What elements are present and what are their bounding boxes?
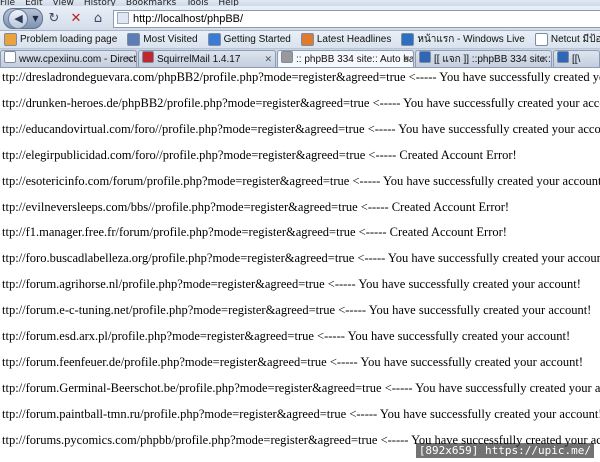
bookmark-item[interactable]: หน้าแรก - Windows Live (401, 31, 525, 48)
bookmark-favicon-icon (534, 33, 548, 46)
back-button[interactable]: ◀ ▼ (3, 8, 43, 29)
bookmark-label: Problem loading page (20, 34, 118, 45)
bookmark-label: Getting Started (223, 34, 291, 45)
bookmark-item[interactable]: Getting Started (207, 31, 291, 48)
browser-tab[interactable]: :: phpBB 334 site:: Auto bac...✕ (277, 50, 414, 67)
result-line: ttp://foro.buscadlabelleza.org/profile.p… (2, 251, 600, 266)
result-line: ttp://esotericinfo.com/forum/profile.php… (2, 173, 600, 188)
tab-label: :: phpBB 334 site:: Auto bac... (296, 54, 414, 65)
reload-icon: ↻ (48, 10, 60, 26)
browser-tab[interactable]: [[\ (553, 50, 600, 67)
tab-label: www.cpexiinu.com - DirectA... (19, 54, 137, 65)
page-content: ttp://dresladrondeguevara.com/phpBB2/pro… (0, 69, 600, 462)
close-tab-icon[interactable]: ✕ (540, 51, 548, 67)
bookmark-favicon-icon (4, 33, 17, 46)
browser-tab[interactable]: www.cpexiinu.com - DirectA...✕ (0, 50, 137, 67)
result-line: ttp://evilneversleeps.com/bbs//profile.p… (2, 199, 510, 214)
bookmark-favicon-icon (401, 33, 415, 46)
tab-favicon-icon (557, 51, 569, 63)
image-watermark: [892x659] https://upic.me/ (415, 443, 594, 458)
result-line: ttp://forum.e-c-tuning.net/profile.php?m… (2, 303, 592, 318)
tab-favicon-icon (419, 51, 431, 63)
address-bar[interactable]: http://localhost/phpBB/ (113, 10, 600, 28)
result-line: ttp://forum.agrihorse.nl/profile.php?mod… (2, 277, 581, 292)
result-line: ttp://forum.paintball-tmn.ru/profile.php… (2, 406, 600, 421)
bookmark-item[interactable]: Problem loading page (4, 31, 117, 48)
bookmark-label: Most Visited (143, 34, 198, 45)
close-tab-icon[interactable]: ✕ (264, 51, 272, 67)
tab-label: SquirrelMail 1.4.17 (157, 54, 241, 65)
tab-favicon-icon (281, 51, 293, 63)
result-line: ttp://elegirpublicidad.com/foro//profile… (2, 147, 517, 162)
tab-favicon-icon (4, 51, 16, 63)
result-line: ttp://drunken-heroes.de/phpBB2/profile.p… (2, 95, 600, 110)
browser-tab[interactable]: SquirrelMail 1.4.17 ✕ (138, 50, 276, 67)
navigation-toolbar: ◀ ▼ ↻ ✕ ⌂ http://localhost/phpBB/ (0, 6, 600, 31)
home-icon: ⌂ (93, 10, 103, 26)
result-line: ttp://educandovirtual.com/foro//profile.… (2, 121, 600, 136)
tab-label: [[\ (572, 54, 581, 65)
address-bar-url: http://localhost/phpBB/ (133, 13, 244, 25)
result-line: ttp://f1.manager.free.fr/forum/profile.p… (2, 225, 507, 240)
reload-button[interactable]: ↻ (45, 9, 63, 27)
bookmark-label: Netcut มีป้องกันป่าวครับ (550, 34, 600, 45)
back-arrow-icon: ◀ (8, 8, 29, 29)
bookmark-favicon-icon (300, 33, 314, 46)
site-favicon-icon (117, 12, 129, 24)
tab-favicon-icon (142, 51, 154, 63)
stop-button[interactable]: ✕ (67, 9, 85, 27)
bookmarks-toolbar: Problem loading page Most Visited Getting … (0, 31, 600, 49)
bookmark-item[interactable]: Netcut มีป้องกันป่าวครับ (534, 31, 600, 48)
result-line: ttp://dresladrondeguevara.com/phpBB2/pro… (2, 70, 600, 84)
bookmark-item[interactable]: Latest Headlines (300, 31, 392, 48)
result-line: ttp://forum.esd.arx.pl/profile.php?mode=… (2, 329, 571, 343)
bookmark-item[interactable]: Most Visited (127, 31, 198, 48)
bookmark-label: Latest Headlines (316, 34, 392, 45)
tab-label: [[ แจก ]] ::phpBB 334 site:: Au... (434, 54, 551, 65)
home-button[interactable]: ⌂ (89, 9, 107, 27)
tab-bar: www.cpexiinu.com - DirectA...✕SquirrelMa… (0, 49, 600, 68)
bookmark-favicon-icon (207, 33, 221, 46)
bookmark-favicon-icon (127, 33, 141, 46)
browser-tab[interactable]: [[ แจก ]] ::phpBB 334 site:: Au...✕ (415, 50, 552, 67)
stop-icon: ✕ (70, 10, 82, 26)
result-line: ttp://forum.Germinal-Beerschot.be/profil… (2, 380, 600, 395)
history-dropdown-icon[interactable]: ▼ (32, 14, 38, 23)
result-line: ttp://forum.feenfeuer.de/profile.php?mod… (2, 354, 583, 369)
close-tab-icon[interactable]: ✕ (125, 51, 133, 67)
bookmark-label: หน้าแรก - Windows Live (417, 34, 525, 45)
close-tab-icon[interactable]: ✕ (402, 51, 410, 67)
